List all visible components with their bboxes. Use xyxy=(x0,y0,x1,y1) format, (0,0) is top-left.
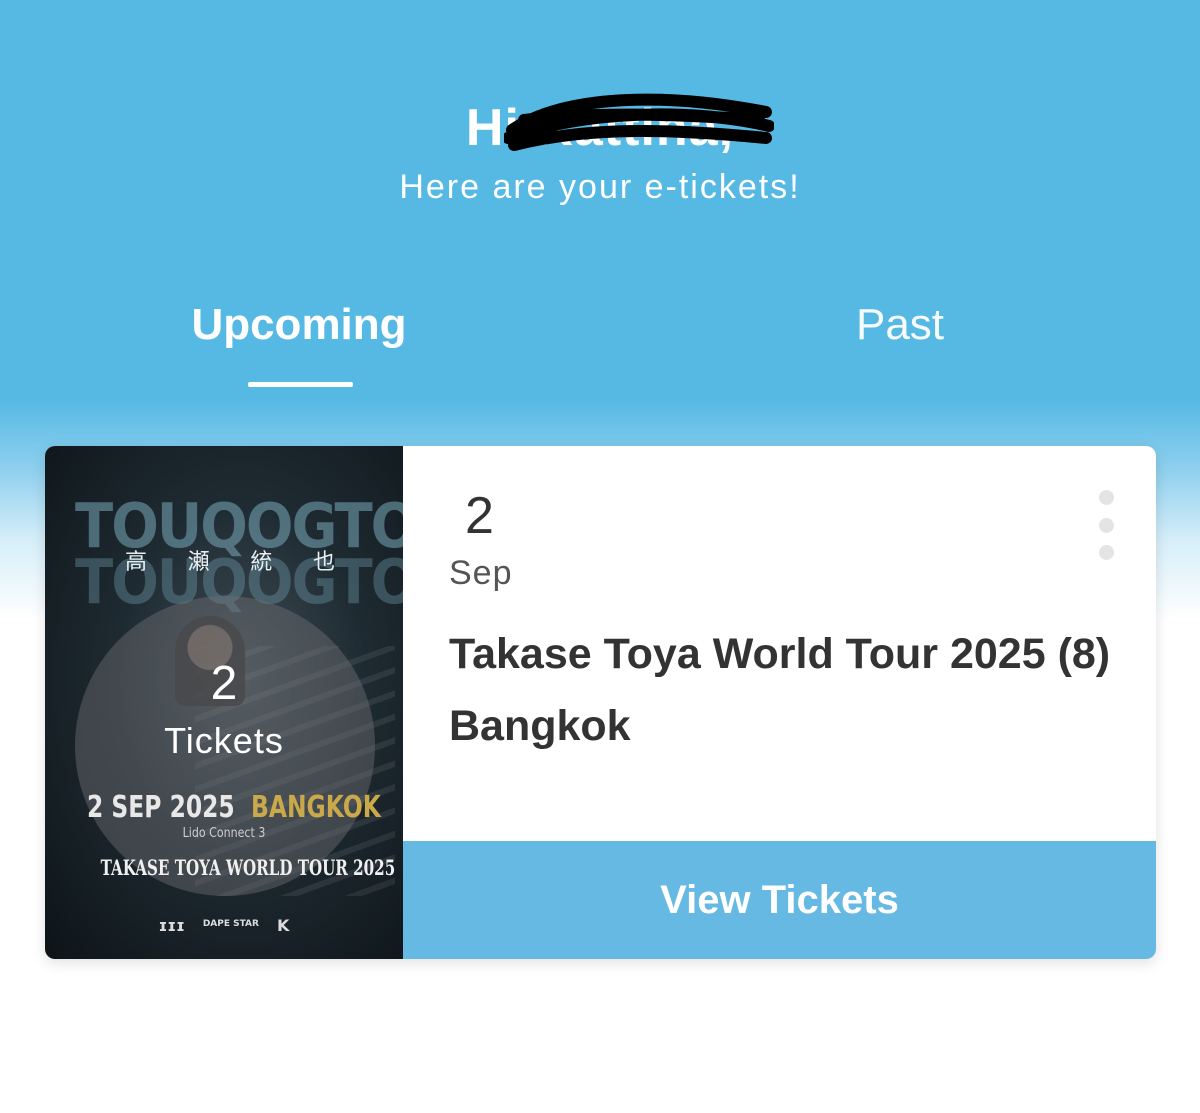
ticket-count: 2 xyxy=(210,657,238,710)
poster-kanji-char: 也 xyxy=(312,550,335,575)
sponsor-logo: K xyxy=(276,916,290,935)
active-tab-indicator xyxy=(248,382,353,387)
poster-venue: Lido Connect 3 xyxy=(182,826,266,841)
more-options-icon[interactable] xyxy=(1098,490,1114,560)
sponsor-logo: DAPE STAR xyxy=(202,919,259,929)
tab-upcoming[interactable]: Upcoming xyxy=(149,300,449,350)
tab-past[interactable]: Past xyxy=(750,300,1050,350)
dot xyxy=(1098,517,1114,533)
poster-kanji: 高 瀬 統 也 xyxy=(125,544,335,576)
poster-tour-name: TAKASE TOYA WORLD TOUR 2025『8』 xyxy=(101,846,403,893)
poster-date-text: 2 SEP 2025 xyxy=(87,790,235,825)
poster-tour-name-text: TAKASE TOYA WORLD TOUR 2025『 xyxy=(100,855,403,880)
event-poster[interactable]: TOUQOGTONA TOUQOGTONA 高 瀬 統 也 2 Tickets … xyxy=(45,446,403,959)
greeting: Hi Kattina, xyxy=(0,93,1200,158)
dot xyxy=(1098,490,1114,505)
poster-sponsor-logos: ɪɪɪ DAPE STAR K xyxy=(45,916,403,935)
subtitle: Here are your e-tickets! xyxy=(399,168,801,206)
ticket-info: 2 Sep Takase Toya World Tour 2025 (8) Ba… xyxy=(403,446,1156,839)
event-title: Takase Toya World Tour 2025 (8) Bangkok xyxy=(449,630,1111,750)
event-day: 2 xyxy=(465,487,494,545)
redaction-scribble xyxy=(503,93,774,151)
ticket-count-label: Tickets xyxy=(164,720,284,761)
poster-city: BANGKOK xyxy=(250,790,381,825)
poster-date: 2 SEP 2025 BANGKOK xyxy=(87,790,381,825)
sponsor-logo: ɪɪɪ xyxy=(158,916,185,935)
poster-kanji-char: 統 xyxy=(250,550,273,575)
view-tickets-button[interactable]: View Tickets xyxy=(403,841,1156,959)
poster-kanji-char: 瀬 xyxy=(187,550,210,575)
ticket-card[interactable]: TOUQOGTONA TOUQOGTONA 高 瀬 統 也 2 Tickets … xyxy=(45,446,1156,959)
dot xyxy=(1098,545,1114,560)
poster-kanji-char: 高 xyxy=(125,550,148,575)
event-month: Sep xyxy=(449,554,513,592)
